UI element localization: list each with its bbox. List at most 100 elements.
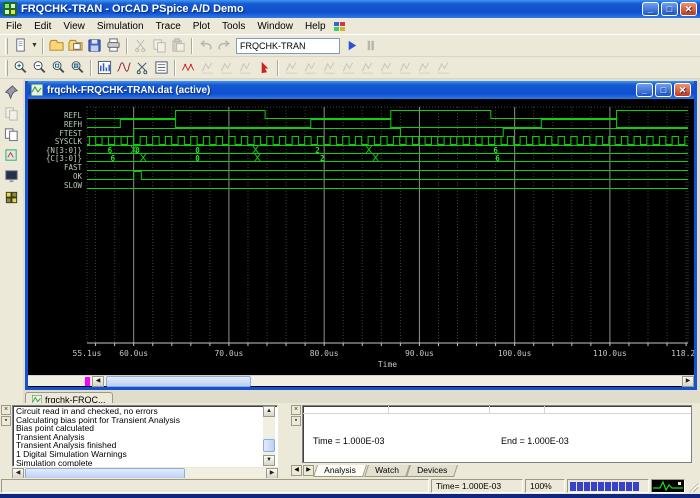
- maximize-button[interactable]: □: [661, 2, 678, 16]
- probe-plot-window: frqchk-FRQCHK-TRAN.dat (active) _ □ ✕ RE…: [25, 81, 697, 390]
- menu-simulation[interactable]: Simulation: [91, 20, 150, 33]
- mark-data-points-button[interactable]: [179, 58, 198, 77]
- toolbar-separator: [277, 60, 279, 76]
- output-close-icon[interactable]: ×: [1, 405, 11, 415]
- signal-name-label: {C[3:0]}: [46, 154, 82, 163]
- undo-icon: [198, 38, 213, 53]
- plot-minimize-button[interactable]: _: [636, 83, 653, 97]
- menu-file[interactable]: File: [0, 20, 28, 33]
- signal-name-label: SYSCLK: [55, 137, 83, 146]
- resize-grip[interactable]: [687, 479, 699, 493]
- plot-close-button[interactable]: ✕: [674, 83, 691, 97]
- text-log-button[interactable]: [152, 58, 171, 77]
- panel-splitter[interactable]: [278, 403, 290, 478]
- new-file-button[interactable]: [11, 36, 30, 55]
- chart-icon: [97, 60, 112, 75]
- simulation-queue-button[interactable]: [2, 146, 21, 165]
- cursor-icon: [257, 60, 272, 75]
- redo-button: [215, 36, 234, 55]
- pages-icon: [4, 127, 19, 142]
- plot-horizontal-scrollbar[interactable]: ◀ ▶: [28, 375, 694, 386]
- waveform-trace: [87, 129, 688, 137]
- eval-measurement-button: [198, 58, 217, 77]
- scroll-thumb[interactable]: [106, 376, 251, 387]
- menu-help[interactable]: Help: [299, 20, 332, 33]
- undo-button: [196, 36, 215, 55]
- tab-analysis[interactable]: Analysis: [313, 465, 367, 477]
- plot-maximize-button[interactable]: □: [655, 83, 672, 97]
- x-tick-label: 70.0us: [214, 349, 243, 358]
- tab-scroll-left-icon[interactable]: ◀: [291, 465, 302, 476]
- output-pin-icon[interactable]: ▪: [1, 416, 11, 426]
- probe-toolbar: [0, 57, 700, 79]
- plot-axis-settings-button[interactable]: [95, 58, 114, 77]
- menu-plot[interactable]: Plot: [187, 20, 216, 33]
- bottom-dock: × ▪ Circuit read in and checked, no erro…: [0, 403, 700, 478]
- cursor-peak-button: [282, 58, 301, 77]
- meas-icon: [398, 60, 413, 75]
- pages-tool-button[interactable]: [2, 125, 21, 144]
- floppy-icon: [87, 38, 102, 53]
- waveform-plot-area[interactable]: REFLREFHFTESTSYSCLK{N[3:0]}60026{C[3:0]}…: [28, 99, 694, 375]
- toolbar-grip[interactable]: [5, 38, 8, 54]
- watch-close-icon[interactable]: ×: [291, 405, 301, 415]
- menu-trace[interactable]: Trace: [150, 20, 187, 33]
- scroll-right-arrow[interactable]: ▶: [682, 376, 694, 387]
- cursor-toggle-button[interactable]: [255, 58, 274, 77]
- open-file-button[interactable]: [47, 36, 66, 55]
- view-measurement-button: [217, 58, 236, 77]
- zoomfit-icon: [70, 60, 85, 75]
- new-file-dropdown-icon[interactable]: ▼: [30, 36, 39, 55]
- folder-icon: [49, 38, 64, 53]
- macros-button[interactable]: [2, 188, 21, 207]
- zoom-fit-button[interactable]: [68, 58, 87, 77]
- zoom-in-button[interactable]: [11, 58, 30, 77]
- tab-scroll-right-icon[interactable]: ▶: [303, 465, 314, 476]
- toolbar-grip[interactable]: [5, 60, 8, 76]
- menu-tools[interactable]: Tools: [216, 20, 251, 33]
- zoom-out-button[interactable]: [30, 58, 49, 77]
- pushpin-tool-button[interactable]: [2, 83, 21, 102]
- status-bar: Time= 1.000E-03 100%: [0, 478, 700, 494]
- pause-simulation-button: [361, 36, 380, 55]
- minimize-button[interactable]: _: [642, 2, 659, 16]
- mdi-workspace: frqchk-FRQCHK-TRAN.dat (active) _ □ ✕ RE…: [23, 79, 700, 403]
- display-control-button[interactable]: [2, 167, 21, 186]
- folderopen-icon: [68, 38, 83, 53]
- bus-value-label: 2: [320, 154, 325, 163]
- simulation-activity-icon: [651, 479, 685, 493]
- run-simulation-button[interactable]: [342, 36, 361, 55]
- x-tick-label: 55.1us: [73, 349, 102, 358]
- menu-edit[interactable]: Edit: [28, 20, 57, 33]
- watch-pin-icon[interactable]: ▪: [291, 416, 301, 426]
- output-vertical-scrollbar[interactable]: ▲ ▼: [263, 406, 275, 466]
- side-toolbar: [0, 79, 23, 403]
- list-icon: [154, 60, 169, 75]
- output-message-list[interactable]: Circuit read in and checked, no errors C…: [12, 405, 278, 467]
- scroll-thumb[interactable]: [263, 439, 275, 452]
- performance-analysis-button[interactable]: [133, 58, 152, 77]
- redwave-icon: [181, 60, 196, 75]
- simulation-profile-combo[interactable]: [236, 38, 340, 54]
- signal-name-label: REFL: [64, 111, 83, 120]
- fourier-button[interactable]: [114, 58, 133, 77]
- scroll-up-arrow[interactable]: ▲: [263, 406, 275, 417]
- zoom-area-button[interactable]: [49, 58, 68, 77]
- tab-devices[interactable]: Devices: [406, 465, 458, 477]
- copy-icon: [4, 106, 19, 121]
- save-button[interactable]: [85, 36, 104, 55]
- scroll-left-arrow[interactable]: ◀: [92, 376, 104, 387]
- menu-view[interactable]: View: [57, 20, 91, 33]
- plot-measurement-button: [236, 58, 255, 77]
- menu-window[interactable]: Window: [251, 20, 299, 33]
- close-button[interactable]: ✕: [680, 2, 697, 16]
- scroll-down-arrow[interactable]: ▼: [263, 455, 275, 466]
- print-button[interactable]: [104, 36, 123, 55]
- redo-icon: [217, 38, 232, 53]
- meas-icon: [322, 60, 337, 75]
- paste-button: [169, 36, 188, 55]
- tab-watch[interactable]: Watch: [364, 465, 410, 477]
- x-tick-label: 118.2us: [671, 349, 694, 358]
- plot-window-titlebar[interactable]: frqchk-FRQCHK-TRAN.dat (active) _ □ ✕: [28, 81, 694, 99]
- open-simulation-button[interactable]: [66, 36, 85, 55]
